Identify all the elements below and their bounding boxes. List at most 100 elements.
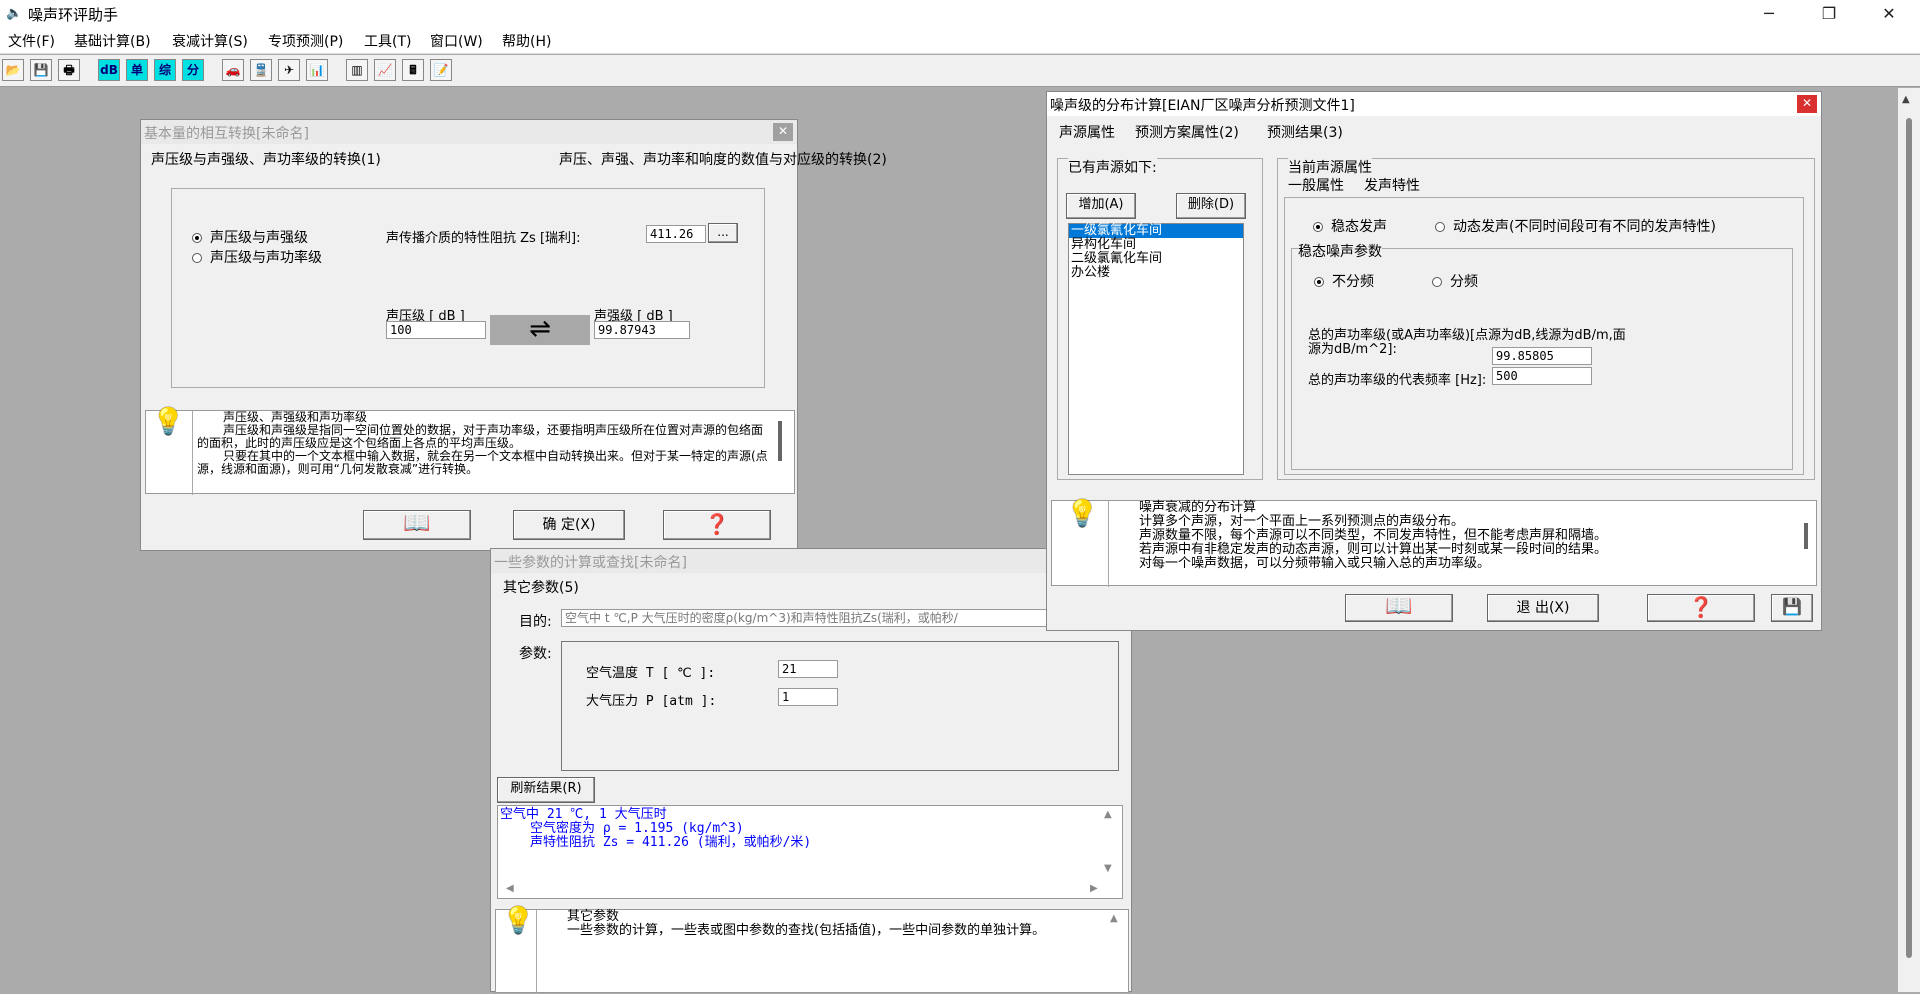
lightbulb-icon: 💡: [1066, 499, 1099, 529]
dist-help-text-2: 声源数量不限，每个声源可以不同类型，不同发声特性，但不能考虑声屏和隔墙。: [1139, 528, 1608, 543]
lightbulb-icon: 💡: [152, 407, 185, 437]
list-item[interactable]: 一级氯氰化车间: [1069, 224, 1243, 238]
list-item[interactable]: 二级氯氰化车间: [1069, 252, 1243, 266]
tab-prediction-results[interactable]: 预测结果(3): [1263, 122, 1347, 142]
pressure-label: 大气压力 P [atm ]:: [586, 694, 717, 709]
single-icon[interactable]: 单: [126, 59, 148, 81]
open-folder-icon[interactable]: 📂: [2, 59, 24, 81]
params-help-panel: 💡 其它参数 一些参数的计算，一些表或图中参数的查找(包括插值)，一些中间参数的…: [495, 908, 1129, 994]
app-titlebar: 🔈 噪声环评助手 ─ ❐ ✕: [0, 0, 1920, 28]
car-icon[interactable]: 🚗: [222, 59, 244, 81]
radio-no-freq[interactable]: 不分频: [1314, 271, 1374, 291]
menu-basic-calc[interactable]: 基础计算(B): [72, 31, 153, 51]
purpose-field[interactable]: 空气中 t ℃,P 大气压时的密度ρ(kg/m^3)和声特性阻抗Zs(瑞利，或帕…: [561, 609, 1121, 627]
list-item[interactable]: 异构化车间: [1069, 238, 1243, 252]
plane-icon[interactable]: ✈: [278, 59, 300, 81]
conversion-dialog-caption: 基本量的相互转换[未命名] ✕: [141, 120, 797, 144]
radio-dynamic[interactable]: 动态发声(不同时间段可有不同的发声特性): [1435, 216, 1716, 236]
total-power-input[interactable]: 99.85805: [1492, 347, 1592, 365]
menu-attenuation-calc[interactable]: 衰减计算(S): [170, 31, 250, 51]
book-icon[interactable]: 📖: [1345, 594, 1453, 622]
composite-icon[interactable]: 综: [154, 59, 176, 81]
radio-freq[interactable]: 分频: [1432, 271, 1478, 291]
distribution-dialog: 噪声级的分布计算[EIAN厂区噪声分析预测文件1] ✕ 声源属性 预测方案属性(…: [1046, 91, 1822, 631]
scroll-thumb[interactable]: [1906, 118, 1912, 958]
line-chart-icon[interactable]: 📈: [374, 59, 396, 81]
tab-general-props[interactable]: 一般属性: [1284, 175, 1348, 195]
spl-input[interactable]: 100: [386, 321, 486, 339]
steady-params-group: 稳态噪声参数 不分频 分频 总的声功率级(或A声功率级)[点源为dB,线源为dB…: [1291, 241, 1793, 470]
print-icon[interactable]: 🖶: [58, 59, 80, 81]
close-icon[interactable]: ✕: [1797, 95, 1817, 113]
save-icon[interactable]: 💾: [30, 59, 52, 81]
tab-value-conversion[interactable]: 声压、声强、声功率和响度的数值与对应级的转换(2): [555, 149, 891, 169]
scroll-up-icon[interactable]: ▲: [1104, 808, 1112, 822]
sources-group: 已有声源如下: 增加(A) 删除(D) 一级氯氰化车间 异构化车间 二级氯氰化车…: [1057, 157, 1263, 480]
tab-spl-conversion[interactable]: 声压级与声强级、声功率级的转换(1): [147, 149, 385, 169]
close-icon[interactable]: ✕: [773, 123, 793, 141]
add-source-button[interactable]: 增加(A): [1066, 193, 1136, 219]
list-item[interactable]: 办公楼: [1069, 266, 1243, 280]
conversion-dialog: 基本量的相互转换[未命名] ✕ 声压级与声强级、声功率级的转换(1) 声压、声强…: [140, 119, 887, 551]
dist-help-text-3: 若声源中有非稳定发声的动态声源，则可以计算出某一时刻或某一段时间的结果。: [1139, 542, 1608, 557]
delete-source-button[interactable]: 删除(D): [1176, 193, 1246, 219]
distribution-tabs: 声源属性 预测方案属性(2) 预测结果(3): [1047, 120, 1823, 142]
minimize-button[interactable]: ─: [1746, 0, 1792, 28]
close-button[interactable]: ✕: [1866, 0, 1912, 28]
restore-button[interactable]: ❐: [1806, 0, 1852, 28]
menu-bar: 文件(F) 基础计算(B) 衰减计算(S) 专项预测(P) 工具(T) 窗口(W…: [0, 28, 1920, 54]
chart-icon[interactable]: 📊: [306, 59, 328, 81]
impedance-input[interactable]: 411.26: [646, 225, 706, 243]
temperature-input[interactable]: 21: [778, 660, 838, 678]
menu-help[interactable]: 帮助(H): [500, 31, 553, 51]
scroll-down-icon[interactable]: ▼: [1104, 862, 1112, 876]
tab-source-props[interactable]: 声源属性: [1055, 122, 1119, 142]
edit-note-icon[interactable]: 📝: [430, 59, 452, 81]
tab-scheme-props[interactable]: 预测方案属性(2): [1131, 122, 1243, 142]
save-icon[interactable]: 💾: [1771, 594, 1813, 622]
calculator-icon[interactable]: 🖩: [402, 59, 424, 81]
browse-button[interactable]: ...: [708, 223, 738, 243]
help-scrollbar[interactable]: [778, 421, 782, 461]
menu-special-prediction[interactable]: 专项预测(P): [266, 31, 345, 51]
sources-list: 一级氯氰化车间 异构化车间 二级氯氰化车间 办公楼: [1068, 223, 1244, 475]
params-dialog-caption: 一些参数的计算或查找[未命名]: [491, 549, 1131, 573]
menu-tools[interactable]: 工具(T): [362, 31, 413, 51]
rep-freq-input[interactable]: 500: [1492, 367, 1592, 385]
exit-button[interactable]: 退 出(X): [1487, 594, 1599, 622]
scroll-up-icon[interactable]: ▲: [1902, 94, 1910, 105]
train-icon[interactable]: 🚆: [250, 59, 272, 81]
ok-button[interactable]: 确 定(X): [513, 510, 625, 540]
menu-file[interactable]: 文件(F): [6, 31, 57, 51]
split-icon[interactable]: 分: [182, 59, 204, 81]
book-icon[interactable]: 📖: [363, 510, 471, 540]
dist-help-text-1: 计算多个声源，对一个平面上一系列预测点的声级分布。: [1139, 514, 1465, 529]
help-scrollbar[interactable]: [1804, 523, 1808, 549]
radio-steady[interactable]: 稳态发声: [1313, 216, 1387, 236]
tab-emission-props[interactable]: 发声特性: [1360, 175, 1424, 195]
db-icon[interactable]: dB: [98, 59, 120, 81]
sources-group-label: 已有声源如下:: [1068, 157, 1157, 177]
menu-window[interactable]: 窗口(W): [428, 31, 485, 51]
params-label: 参数:: [519, 646, 552, 662]
barcode-icon[interactable]: ▥: [346, 59, 368, 81]
radio-spl-sil[interactable]: 声压级与声强级: [192, 227, 308, 247]
scroll-right-icon[interactable]: ▶: [1090, 882, 1098, 896]
refresh-result-button[interactable]: 刷新结果(R): [497, 777, 595, 803]
pressure-input[interactable]: 1: [778, 688, 838, 706]
speaker-icon: 🔈: [6, 6, 23, 21]
conversion-group: 声压级与声强级 声压级与声功率级 声传播介质的特性阻抗 Zs [瑞利]: 411…: [171, 188, 765, 388]
sil-input[interactable]: 99.87943: [594, 321, 690, 339]
tab-other-params[interactable]: 其它参数(5): [499, 577, 583, 597]
radio-spl-swl[interactable]: 声压级与声功率级: [192, 247, 322, 267]
rep-freq-label: 总的声功率级的代表频率 [Hz]:: [1308, 373, 1487, 388]
params-help-text: 一些参数的计算，一些表或图中参数的查找(包括插值)，一些中间参数的单独计算。: [567, 923, 1046, 938]
emission-panel: 稳态发声 动态发声(不同时间段可有不同的发声特性) 稳态噪声参数 不分频 分频 …: [1284, 197, 1804, 475]
distribution-dialog-title: 噪声级的分布计算[EIAN厂区噪声分析预测文件1]: [1050, 98, 1355, 114]
help-text: 声压级和声强级是指同一空间位置处的数据，对于声功率级，还要指明声压级所在位置对声…: [197, 423, 764, 450]
help-question-icon[interactable]: ❓: [1647, 594, 1755, 622]
scroll-left-icon[interactable]: ◀: [506, 882, 514, 896]
main-vertical-scrollbar[interactable]: ▲: [1898, 88, 1920, 992]
scroll-up-icon[interactable]: ▲: [1110, 912, 1118, 926]
help-question-icon[interactable]: ❓: [663, 510, 771, 540]
